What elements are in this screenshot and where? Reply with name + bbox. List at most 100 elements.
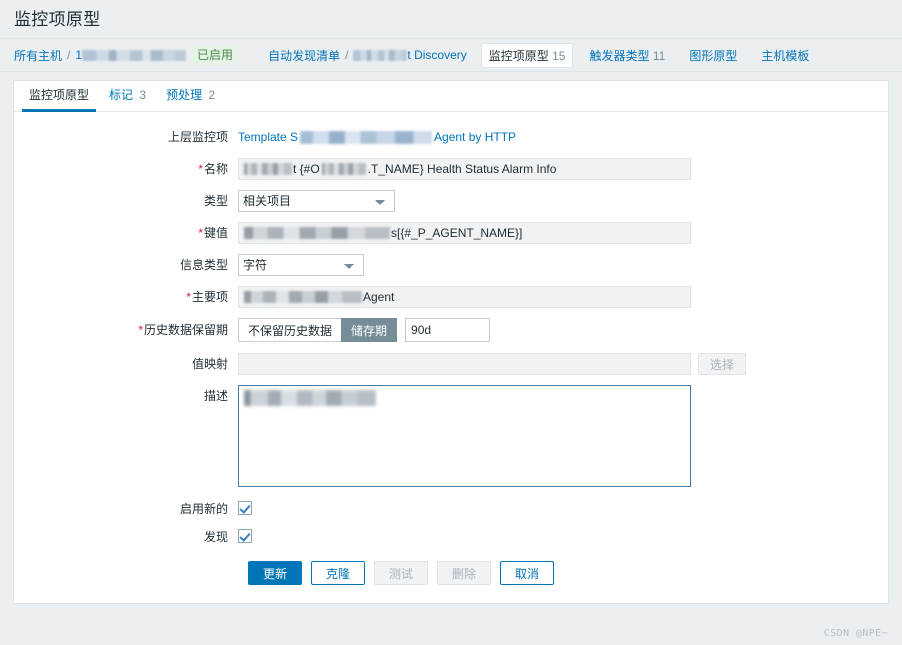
form-action-buttons: 更新 克隆 测试 删除 取消 <box>14 561 888 585</box>
required-marker-name: * <box>198 162 203 176</box>
control-type: 相关项目 <box>238 190 395 212</box>
form-row-key: *键值 s[{#_P_AGENT_NAME}] <box>14 222 888 244</box>
label-description: 描述 <box>203 389 228 403</box>
tab-preprocessing-label: 预处理 <box>166 88 203 102</box>
control-key: s[{#_P_AGENT_NAME}] <box>238 222 691 244</box>
tab-item-prototype-label: 监控项原型 <box>29 88 90 102</box>
redacted-host-name <box>82 50 187 62</box>
type-select[interactable]: 相关项目 <box>238 190 395 212</box>
control-value-type: 字符 <box>238 254 364 276</box>
crumb-tab-item-prototypes-count: 15 <box>552 48 566 63</box>
label-key-text: 键值 <box>203 226 228 240</box>
control-enabled <box>238 501 252 515</box>
status-badge: 已启用 <box>192 45 239 65</box>
label-value-type: 信息类型 <box>179 258 228 272</box>
tab-tags-label: 标记 <box>109 88 134 102</box>
tab-item-prototype[interactable]: 监控项原型 <box>19 88 99 112</box>
breadcrumb-all-hosts[interactable]: 所有主机 <box>14 47 62 64</box>
label-master-item: *主要项 <box>14 286 238 308</box>
master-item-input[interactable]: Agent <box>238 286 691 308</box>
form-row-value-map: 值映射 选择 <box>14 353 888 375</box>
redacted-name-prefix <box>244 163 292 175</box>
history-option-do-not-keep[interactable]: 不保留历史数据 <box>238 318 343 342</box>
tab-tags-count: 3 <box>139 88 147 102</box>
form-row-discover: 发现 <box>14 529 888 545</box>
redacted-discovery-name <box>353 50 408 62</box>
history-value-input[interactable] <box>405 318 491 342</box>
form-row-history: *历史数据保留期 不保留历史数据 储存期 <box>14 318 888 342</box>
cancel-button[interactable]: 取消 <box>500 561 554 585</box>
value-type-select[interactable]: 字符 <box>238 254 364 276</box>
history-option-storage-period[interactable]: 储存期 <box>341 318 398 342</box>
discover-checkbox[interactable] <box>238 529 252 543</box>
description-textarea[interactable] <box>238 385 691 487</box>
name-suffix-text: .T_NAME} Health Status Alarm Info <box>367 162 557 176</box>
control-description <box>238 385 691 487</box>
required-marker-master-item: * <box>186 290 191 304</box>
breadcrumb-host-link[interactable]: 1 <box>75 48 187 62</box>
label-enabled: 启用新的 <box>179 502 228 516</box>
clone-button[interactable]: 克隆 <box>311 561 365 585</box>
form-row-master-item: *主要项 Agent <box>14 286 888 308</box>
form-row-parent-item: 上层监控项 Template S Agent by HTTP <box>14 126 888 148</box>
crumb-tab-trigger-prototypes-count: 11 <box>652 48 666 63</box>
required-marker-history: * <box>138 323 143 337</box>
form-row-value-type: 信息类型 字符 <box>14 254 888 276</box>
name-input[interactable]: t {#O .T_NAME} Health Status Alarm Info <box>238 158 691 180</box>
delete-button[interactable]: 删除 <box>437 561 491 585</box>
crumb-tab-trigger-prototypes[interactable]: 触发器类型 11 <box>581 43 673 68</box>
label-history: *历史数据保留期 <box>14 318 238 342</box>
label-master-item-text: 主要项 <box>191 290 228 304</box>
test-button[interactable]: 测试 <box>374 561 428 585</box>
crumb-tab-graph-prototypes[interactable]: 图形原型 <box>681 43 745 68</box>
crumb-tab-item-prototypes[interactable]: 监控项原型 15 <box>480 42 574 68</box>
breadcrumb-host-prefix: 1 <box>75 48 83 62</box>
form-row-name: *名称 t {#O .T_NAME} Health Status Alarm In… <box>14 158 888 180</box>
tab-preprocessing-count: 2 <box>208 88 216 102</box>
form-row-description: 描述 <box>14 385 888 487</box>
crumb-tab-host-prototypes-label: 主机模板 <box>761 48 810 63</box>
redacted-parent-item-middle <box>300 130 433 144</box>
tab-preprocessing[interactable]: 预处理 2 <box>156 88 225 111</box>
parent-item-suffix: Agent by HTTP <box>434 130 517 144</box>
parent-item-link[interactable]: Template S Agent by HTTP <box>238 126 516 148</box>
label-parent-item: 上层监控项 <box>167 130 228 144</box>
update-button[interactable]: 更新 <box>248 561 302 585</box>
page-title: 监控项原型 <box>14 10 101 29</box>
master-item-suffix-text: Agent <box>363 290 395 304</box>
value-map-input[interactable] <box>238 353 691 375</box>
history-mode-segmented: 不保留历史数据 储存期 <box>238 318 398 342</box>
crumb-tab-host-prototypes[interactable]: 主机模板 <box>753 43 817 68</box>
enabled-checkbox[interactable] <box>238 501 252 515</box>
control-history: 不保留历史数据 储存期 <box>238 318 491 342</box>
label-value-map: 值映射 <box>191 357 228 371</box>
value-map-select-button[interactable]: 选择 <box>698 353 747 375</box>
page-title-bar: 监控项原型 <box>0 0 902 38</box>
label-type: 类型 <box>203 194 228 208</box>
label-key: *键值 <box>14 222 238 244</box>
breadcrumb-discovery-list[interactable]: 自动发现清单 <box>268 47 340 64</box>
crumb-tab-trigger-prototypes-label: 触发器类型 <box>589 48 650 63</box>
breadcrumb-separator-1: / <box>67 48 71 62</box>
redacted-name-macro <box>321 163 366 175</box>
form-row-type: 类型 相关项目 <box>14 190 888 212</box>
label-discover: 发现 <box>203 530 228 544</box>
breadcrumb-discovery-name[interactable]: t Discovery <box>353 48 467 62</box>
control-parent-item: Template S Agent by HTTP <box>238 126 516 148</box>
label-name: *名称 <box>14 158 238 180</box>
key-suffix-text: s[{#_P_AGENT_NAME}] <box>391 226 523 240</box>
control-master-item: Agent <box>238 286 691 308</box>
inner-tab-bar: 监控项原型 标记 3 预处理 2 <box>14 81 888 112</box>
form-row-enabled: 启用新的 <box>14 501 888 517</box>
item-prototype-form: 上层监控项 Template S Agent by HTTP *名称 t {#O.… <box>14 112 888 603</box>
breadcrumb: 所有主机 / 1 已启用 自动发现清单 / t Discovery 监控项原型 … <box>0 38 902 72</box>
name-prefix-text: t {#O <box>293 162 320 176</box>
redacted-master-item-prefix <box>244 291 362 303</box>
redacted-key-prefix <box>244 227 390 239</box>
crumb-tab-item-prototypes-label: 监控项原型 <box>488 48 549 63</box>
tab-tags[interactable]: 标记 3 <box>99 88 156 111</box>
control-value-map: 选择 <box>238 353 747 375</box>
key-input[interactable]: s[{#_P_AGENT_NAME}] <box>238 222 691 244</box>
required-marker-key: * <box>198 226 203 240</box>
breadcrumb-discovery-suffix: t Discovery <box>407 48 467 62</box>
